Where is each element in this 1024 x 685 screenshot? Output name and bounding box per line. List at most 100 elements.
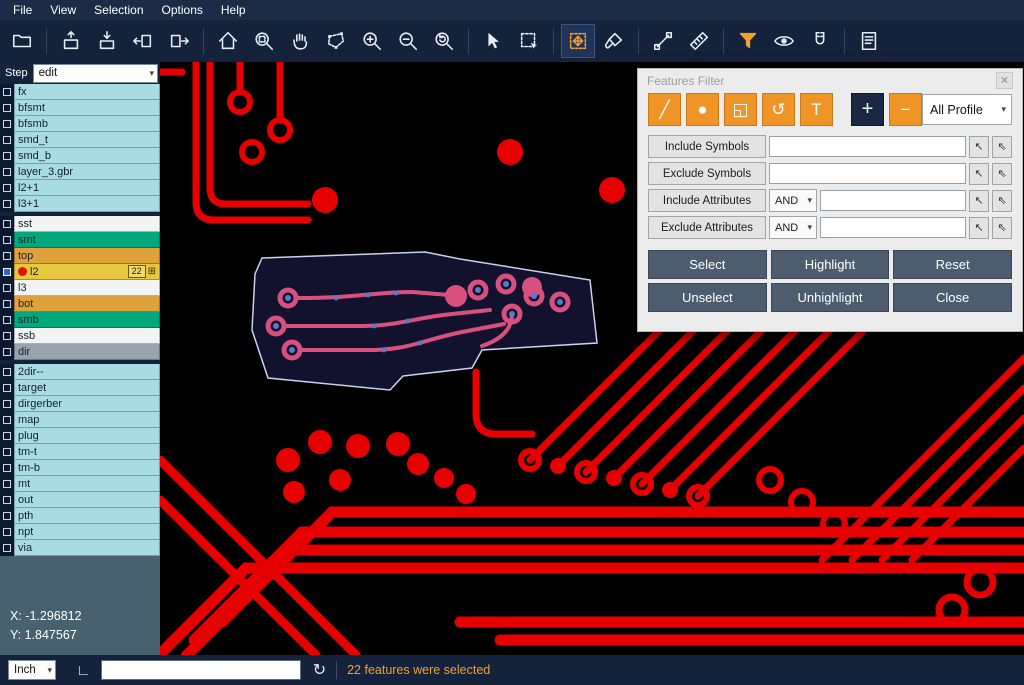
include-symbols-button[interactable]: Include Symbols <box>648 135 766 158</box>
arc-tool-button[interactable]: ↺ <box>762 93 795 126</box>
layer-row-pth[interactable]: pth <box>0 508 160 524</box>
include-attributes-operator-select[interactable]: AND▾ <box>769 189 817 212</box>
menu-options[interactable]: Options <box>153 2 212 18</box>
menu-view[interactable]: View <box>41 2 85 18</box>
exclude-attributes-operator-select[interactable]: AND▾ <box>769 216 817 239</box>
layer-checkbox[interactable] <box>3 368 11 376</box>
exclude-symbols-pick-add-button[interactable]: ⇖ <box>992 163 1012 185</box>
layer-checkbox[interactable] <box>3 480 11 488</box>
layer-name-cell[interactable]: npt <box>14 524 160 540</box>
layer-name-cell[interactable]: l3+1 <box>14 196 160 212</box>
select-button[interactable]: Select <box>648 250 767 279</box>
layer-row-dirgerber[interactable]: dirgerber <box>0 396 160 412</box>
layer-name-cell[interactable]: top <box>14 248 160 264</box>
layer-row-via[interactable]: via <box>0 540 160 556</box>
reset-button[interactable]: Reset <box>893 250 1012 279</box>
layer-row-smd_b[interactable]: smd_b <box>0 148 160 164</box>
snap-tool-button[interactable] <box>803 24 837 58</box>
layer-checkbox[interactable] <box>3 416 11 424</box>
menu-help[interactable]: Help <box>212 2 255 18</box>
layer-active-checkbox[interactable] <box>3 268 11 276</box>
layer-name-cell[interactable]: 2dir-- <box>14 364 160 380</box>
include-symbols-pick-add-button[interactable]: ⇖ <box>992 136 1012 158</box>
export-step-button[interactable] <box>54 24 88 58</box>
features-filter-button[interactable] <box>731 24 765 58</box>
highlight-button[interactable]: Highlight <box>771 250 890 279</box>
layer-checkbox[interactable] <box>3 88 11 96</box>
layer-checkbox[interactable] <box>3 384 11 392</box>
add-mode-button[interactable]: + <box>851 93 884 126</box>
include-symbols-input[interactable] <box>769 136 966 157</box>
layer-checkbox[interactable] <box>3 120 11 128</box>
layer-checkbox[interactable] <box>3 496 11 504</box>
layer-row-smd_t[interactable]: smd_t <box>0 132 160 148</box>
layer-name-cell[interactable]: layer_3.gbr <box>14 164 160 180</box>
layer-checkbox[interactable] <box>3 464 11 472</box>
layer-row-l3[interactable]: l3 <box>0 280 160 296</box>
layer-name-cell[interactable]: smt <box>14 232 160 248</box>
layer-name-cell[interactable]: tm-b <box>14 460 160 476</box>
layer-checkbox[interactable] <box>3 168 11 176</box>
text-tool-button[interactable]: T <box>800 93 833 126</box>
layer-checkbox[interactable] <box>3 432 11 440</box>
exclude-symbols-pick-button[interactable]: ↖ <box>969 163 989 185</box>
menu-selection[interactable]: Selection <box>85 2 152 18</box>
layer-row-smt[interactable]: smt <box>0 232 160 248</box>
layer-name-cell[interactable]: bfsmb <box>14 116 160 132</box>
layer-name-cell[interactable]: dirgerber <box>14 396 160 412</box>
layer-checkbox[interactable] <box>3 316 11 324</box>
layer-name-cell[interactable]: l3 <box>14 280 160 296</box>
zoom-out-button[interactable] <box>391 24 425 58</box>
report-log-button[interactable] <box>852 24 886 58</box>
exclude-attributes-button[interactable]: Exclude Attributes <box>648 216 766 239</box>
layer-checkbox[interactable] <box>3 200 11 208</box>
layer-checkbox[interactable] <box>3 528 11 536</box>
include-attributes-pick-button[interactable]: ↖ <box>969 190 989 212</box>
include-attributes-input[interactable] <box>820 190 966 211</box>
layer-checkbox[interactable] <box>3 448 11 456</box>
layer-checkbox[interactable] <box>3 544 11 552</box>
layer-name-cell[interactable]: dir <box>14 344 160 360</box>
unhighlight-button[interactable]: Unhighlight <box>771 283 890 312</box>
next-step-button[interactable] <box>162 24 196 58</box>
layer-row-mt[interactable]: mt <box>0 476 160 492</box>
remove-mode-button[interactable]: − <box>889 93 922 126</box>
layer-checkbox[interactable] <box>3 252 11 260</box>
unit-select[interactable]: Inch ▾ <box>8 660 56 680</box>
exclude-attributes-pick-add-button[interactable]: ⇖ <box>992 217 1012 239</box>
layer-row-top[interactable]: top <box>0 248 160 264</box>
zoom-in-button[interactable] <box>355 24 389 58</box>
layer-checkbox[interactable] <box>3 220 11 228</box>
layer-row-bot[interactable]: bot <box>0 296 160 312</box>
include-attributes-button[interactable]: Include Attributes <box>648 189 766 212</box>
fill-tool-button[interactable] <box>597 24 631 58</box>
layer-row-layer_3.gbr[interactable]: layer_3.gbr <box>0 164 160 180</box>
layer-name-cell[interactable]: ssb <box>14 328 160 344</box>
layer-row-out[interactable]: out <box>0 492 160 508</box>
layer-checkbox[interactable] <box>3 136 11 144</box>
layer-row-ssb[interactable]: ssb <box>0 328 160 344</box>
layer-row-bfsmt[interactable]: bfsmt <box>0 100 160 116</box>
layer-name-cell[interactable]: sst <box>14 216 160 232</box>
layer-name-cell[interactable]: map <box>14 412 160 428</box>
layer-name-cell[interactable]: pth <box>14 508 160 524</box>
layer-row-smb[interactable]: smb <box>0 312 160 328</box>
layer-row-tm-b[interactable]: tm-b <box>0 460 160 476</box>
import-step-button[interactable] <box>90 24 124 58</box>
exclude-symbols-button[interactable]: Exclude Symbols <box>648 162 766 185</box>
dialog-titlebar[interactable]: Features Filter ✕ <box>638 69 1022 92</box>
layer-name-cell[interactable]: fx <box>14 84 160 100</box>
close-icon[interactable]: ✕ <box>996 72 1013 89</box>
layer-row-dir[interactable]: dir <box>0 344 160 360</box>
layer-checkbox[interactable] <box>3 348 11 356</box>
open-file-button[interactable] <box>5 24 39 58</box>
layer-name-cell[interactable]: tm-t <box>14 444 160 460</box>
pan-button[interactable] <box>283 24 317 58</box>
layer-row-fx[interactable]: fx <box>0 84 160 100</box>
layer-checkbox[interactable] <box>3 400 11 408</box>
layer-name-cell[interactable]: target <box>14 380 160 396</box>
command-input[interactable] <box>101 660 301 680</box>
close-button[interactable]: Close <box>893 283 1012 312</box>
transform-select-button[interactable] <box>561 24 595 58</box>
layer-row-sst[interactable]: sst <box>0 216 160 232</box>
